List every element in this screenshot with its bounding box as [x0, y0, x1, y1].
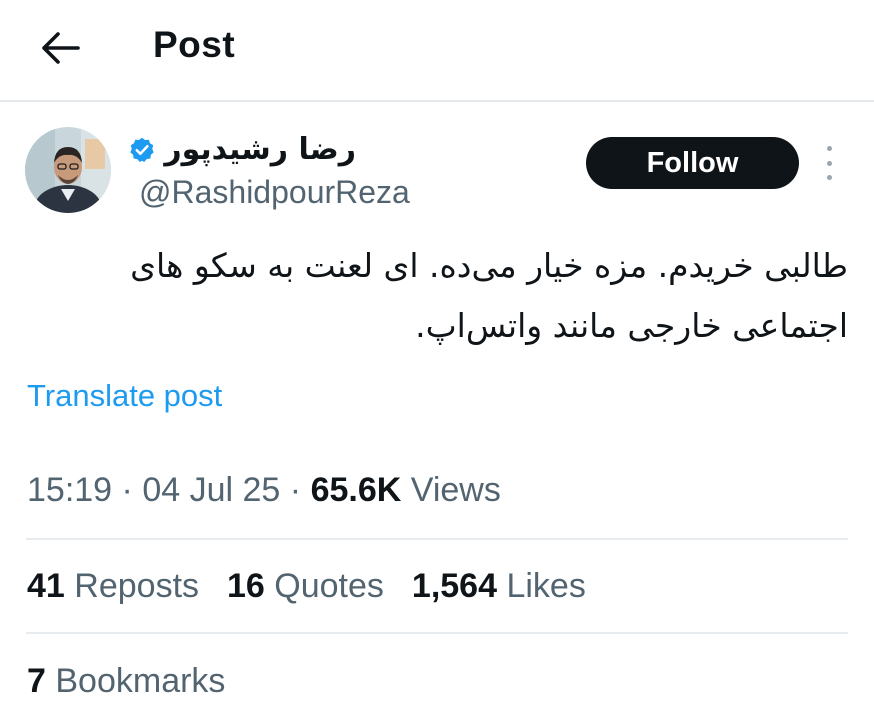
- post-time[interactable]: 15:19: [27, 471, 112, 509]
- author-display-name: رضا رشیدپور: [164, 132, 356, 167]
- follow-button[interactable]: Follow: [586, 137, 799, 189]
- avatar[interactable]: [25, 127, 111, 213]
- translate-post-link[interactable]: Translate post: [27, 378, 222, 414]
- reposts-label: Reposts: [74, 567, 200, 605]
- post-meta: 15:19 · 04 Jul 25 · 65.6K Views: [27, 471, 501, 510]
- likes-stat[interactable]: 1,564 Likes: [412, 567, 586, 605]
- verified-badge-icon: [130, 137, 154, 162]
- views-count: 65.6K: [310, 471, 402, 509]
- arrow-left-icon: [42, 32, 80, 64]
- bookmarks-count: 7: [27, 662, 46, 700]
- bookmarks-stat[interactable]: 7 Bookmarks: [27, 662, 225, 701]
- dot: [826, 146, 832, 151]
- views-label: Views: [410, 471, 501, 509]
- quotes-stat[interactable]: 16 Quotes: [227, 567, 384, 605]
- header-bar: Post: [0, 0, 874, 100]
- likes-label: Likes: [506, 567, 586, 605]
- meta-separator: ·: [121, 471, 133, 509]
- divider: [26, 632, 848, 634]
- avatar-image: [25, 127, 111, 213]
- author-name-row[interactable]: رضا رشیدپور: [128, 132, 356, 167]
- bookmarks-label: Bookmarks: [55, 662, 226, 700]
- post-text-line: طالبی خریدم. مزه خیار می‌ده. ای لعنت به …: [130, 246, 848, 285]
- post-text: طالبی خریدم. مزه خیار می‌ده. ای لعنت به …: [30, 236, 848, 356]
- post-text-line: اجتماعی خارجی مانند واتس‌اپ.: [415, 306, 848, 345]
- post-date[interactable]: 04 Jul 25: [142, 471, 280, 509]
- dot: [826, 175, 832, 180]
- author-handle[interactable]: @RashidpourReza: [139, 174, 410, 211]
- back-button[interactable]: [38, 26, 82, 70]
- engagement-stats: 41 Reposts 16 Quotes 1,564 Likes: [27, 567, 614, 606]
- dot: [826, 160, 832, 166]
- divider: [26, 538, 848, 540]
- meta-separator: ·: [289, 471, 302, 509]
- quotes-label: Quotes: [274, 567, 384, 605]
- header-divider: [0, 100, 874, 102]
- reposts-count: 41: [27, 567, 65, 605]
- reposts-stat[interactable]: 41 Reposts: [27, 567, 199, 605]
- more-options-icon[interactable]: [819, 146, 839, 180]
- quotes-count: 16: [227, 567, 265, 605]
- likes-count: 1,564: [411, 567, 498, 605]
- page-title: Post: [153, 24, 236, 65]
